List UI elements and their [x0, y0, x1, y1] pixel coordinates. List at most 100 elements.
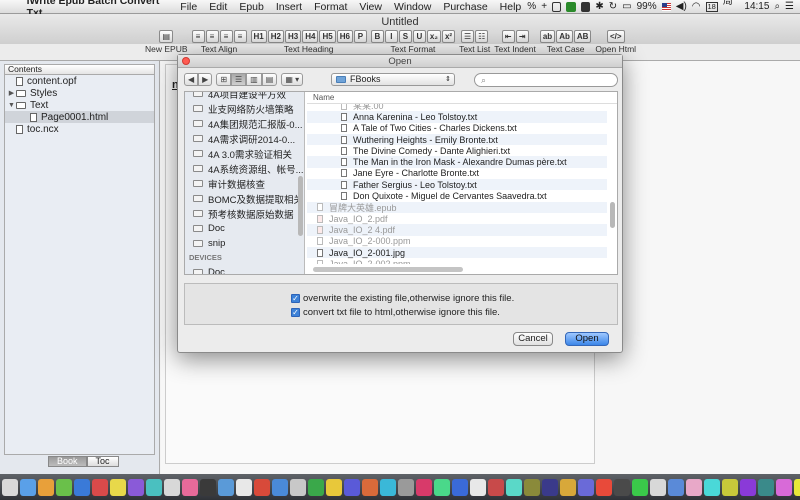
sidebar-favorite-item[interactable]: 4A 3.0需求验证相关 — [185, 146, 304, 161]
file-row[interactable]: The Man in the Iron Mask - Alexandre Dum… — [307, 156, 607, 168]
dock-app-icon[interactable] — [380, 478, 396, 496]
convert-checkbox[interactable]: ✓ — [291, 308, 300, 317]
toolbar-button[interactable]: x² — [441, 30, 456, 43]
overwrite-option[interactable]: ✓ overwrite the existing file,otherwise … — [291, 293, 514, 304]
toolbar-button[interactable]: ☷ — [475, 30, 489, 43]
dock-app-icon[interactable] — [704, 478, 720, 496]
toolbar-button[interactable]: H4 — [302, 30, 319, 43]
dock-app-icon[interactable] — [758, 478, 774, 496]
dock-app-icon[interactable] — [326, 478, 342, 496]
tree-item[interactable]: Page0001.html — [5, 111, 154, 123]
back-button[interactable]: ◀ — [184, 73, 199, 86]
toolbar-button[interactable]: ab — [539, 30, 556, 43]
toolbar-button[interactable]: ≡ — [219, 30, 233, 43]
dock-app-icon[interactable] — [776, 478, 792, 496]
file-row[interactable]: 冒牌大英雄.epub — [307, 201, 607, 213]
open-button[interactable]: Open — [565, 332, 609, 346]
file-row[interactable]: Java_IO_2.pdf — [307, 213, 607, 224]
volume-icon[interactable]: ◀) — [676, 1, 687, 12]
file-row[interactable]: Wuthering Heights - Emily Bronte.txt — [307, 133, 607, 146]
file-row[interactable]: Java_IO_2-002.ppm — [307, 258, 607, 264]
toolbar-button[interactable]: </> — [606, 30, 625, 43]
dock-app-icon[interactable] — [218, 478, 234, 496]
dock-app-icon[interactable] — [398, 478, 414, 496]
bluetooth-icon[interactable]: ✱ — [595, 1, 603, 12]
menu-file[interactable]: File — [174, 1, 203, 13]
menu-epub[interactable]: Epub — [233, 1, 270, 13]
dock-app-icon[interactable] — [2, 478, 18, 496]
toolbar-button[interactable]: H3 — [284, 30, 302, 43]
dock-app-icon[interactable] — [146, 478, 162, 496]
location-select[interactable]: FBooks ⇕ — [331, 73, 455, 86]
dock-app-icon[interactable] — [668, 478, 684, 496]
device-item[interactable]: Doc — [185, 265, 304, 274]
file-row[interactable]: The Divine Comedy - Dante Alighieri.txt — [307, 145, 607, 156]
file-row[interactable]: Father Sergius - Leo Tolstoy.txt — [307, 179, 607, 191]
plus-icon[interactable]: + — [541, 1, 547, 12]
dock-app-icon[interactable] — [470, 478, 486, 496]
tree-item[interactable]: ▶ Styles — [5, 87, 154, 99]
toolbar-button[interactable]: ≡ — [233, 30, 247, 43]
search-input[interactable]: ⌕ — [474, 73, 618, 87]
battery-icon[interactable]: ▭ — [622, 1, 631, 12]
toolbar-button[interactable]: ⇤ — [501, 30, 515, 43]
coverflow-view-button[interactable]: ▤ — [261, 73, 278, 86]
tab-toc[interactable]: Toc — [86, 456, 119, 467]
sidebar-favorite-item[interactable]: 业支网络防火墙策略 — [185, 101, 304, 116]
toolbar-button[interactable]: S — [398, 30, 412, 43]
toolbar-button[interactable]: x₂ — [426, 30, 441, 43]
dock-app-icon[interactable] — [524, 478, 540, 496]
dock-app-icon[interactable] — [722, 478, 738, 496]
sync-icon[interactable]: ↻ — [609, 1, 617, 12]
dock-app-icon[interactable] — [38, 478, 54, 496]
sidebar-scrollbar[interactable] — [298, 176, 303, 236]
menu-edit[interactable]: Edit — [203, 1, 233, 13]
toolbar-button[interactable]: H1 — [250, 30, 267, 43]
toolbar-button[interactable]: Ab — [556, 30, 573, 43]
dock-app-icon[interactable] — [740, 478, 756, 496]
dock-app-icon[interactable] — [110, 478, 126, 496]
dock-app-icon[interactable] — [632, 478, 648, 496]
dock-app-icon[interactable] — [200, 478, 216, 496]
dock-app-icon[interactable] — [488, 478, 504, 496]
toolbar-button[interactable]: ≡ — [191, 30, 205, 43]
sidebar-favorite-item[interactable]: 4A系统资源组、帐号... — [185, 161, 304, 176]
dock-app-icon[interactable] — [236, 478, 252, 496]
tab-book[interactable]: Book — [48, 456, 87, 467]
sidebar-favorite-item[interactable]: 审计数据核查 — [185, 176, 304, 191]
toolbar-button[interactable]: ⇥ — [515, 30, 529, 43]
file-row[interactable]: Java_IO_2-001.jpg — [307, 246, 607, 259]
percent-icon[interactable]: % — [527, 1, 536, 12]
toolbar-button[interactable]: ▤ — [159, 30, 174, 43]
dock-app-icon[interactable] — [182, 478, 198, 496]
tree-item[interactable]: ▼ Text — [5, 99, 154, 111]
toolbar-button[interactable]: U — [412, 30, 426, 43]
dock-app-icon[interactable] — [128, 478, 144, 496]
file-row[interactable]: 某某.00 — [307, 104, 607, 111]
dock-app-icon[interactable] — [650, 478, 666, 496]
horizontal-scrollbar[interactable] — [313, 267, 463, 272]
menu-insert[interactable]: Insert — [270, 1, 308, 13]
dock-app-icon[interactable] — [254, 478, 270, 496]
overwrite-checkbox[interactable]: ✓ — [291, 294, 300, 303]
sidebar-favorite-item[interactable]: 4A集团规范汇报版-0... — [185, 116, 304, 131]
tree-item[interactable]: toc.ncx — [5, 123, 154, 135]
dock-app-icon[interactable] — [578, 478, 594, 496]
file-row[interactable]: Java_IO_2-000.ppm — [307, 236, 607, 247]
toolbar-button[interactable]: H2 — [267, 30, 284, 43]
toolbar-button[interactable]: AB — [573, 30, 592, 43]
dock-app-icon[interactable] — [542, 478, 558, 496]
dock-app-icon[interactable] — [362, 478, 378, 496]
dock-app-icon[interactable] — [74, 478, 90, 496]
dock-app-icon[interactable] — [308, 478, 324, 496]
sidebar-favorite-item[interactable]: 4A项目建设平方效 — [185, 92, 304, 101]
close-icon[interactable] — [182, 57, 190, 65]
toolbar-button[interactable]: ≡ — [205, 30, 219, 43]
calendar-day-icon[interactable]: 18 — [705, 1, 718, 12]
forward-button[interactable]: ▶ — [198, 73, 213, 86]
notification-center-icon[interactable]: ☰ — [785, 1, 794, 12]
dock-app-icon[interactable] — [560, 478, 576, 496]
dock-app-icon[interactable] — [434, 478, 450, 496]
dock-app-icon[interactable] — [416, 478, 432, 496]
arrange-button[interactable]: ▦ ▾ — [281, 73, 304, 86]
